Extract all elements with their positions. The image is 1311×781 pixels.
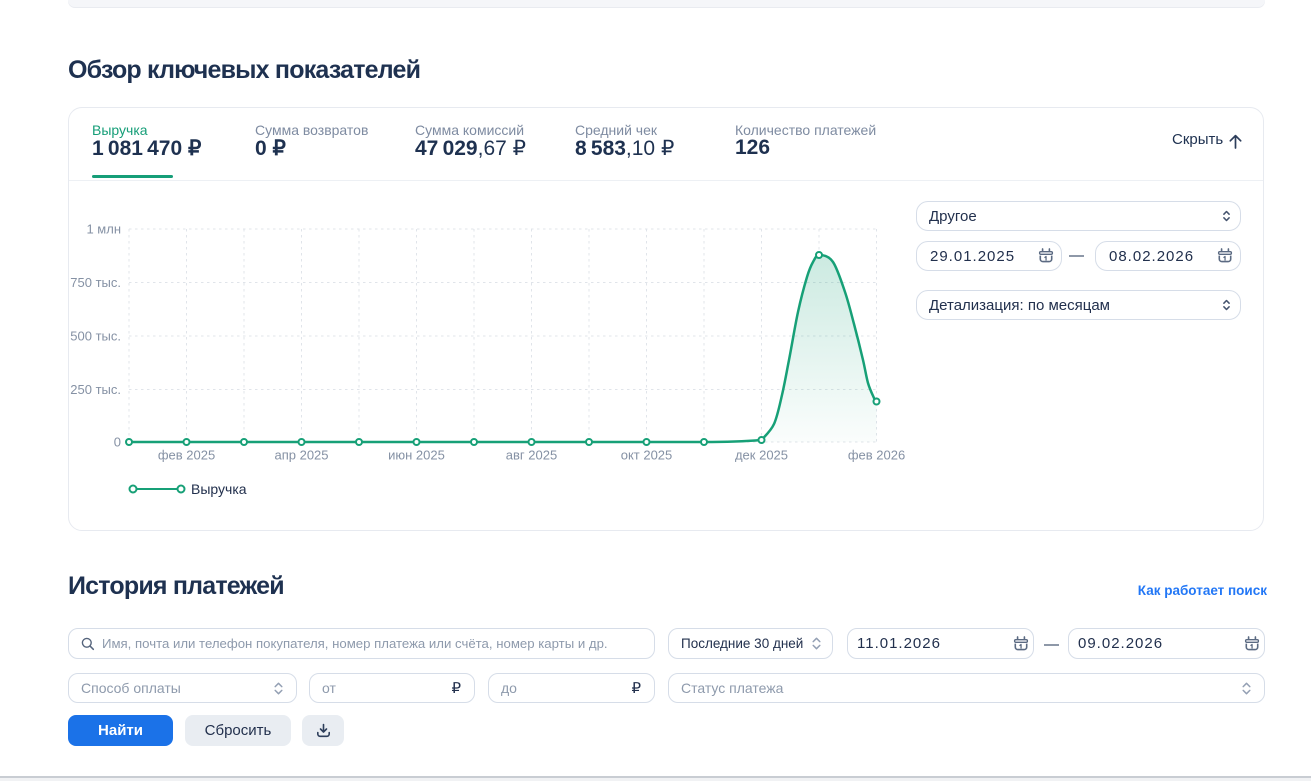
svg-text:250 тыс.: 250 тыс. bbox=[70, 382, 121, 397]
svg-text:1 млн: 1 млн bbox=[86, 222, 121, 237]
svg-text:0: 0 bbox=[114, 435, 121, 450]
svg-text:июн 2025: июн 2025 bbox=[388, 448, 445, 463]
svg-text:авг 2025: авг 2025 bbox=[506, 448, 557, 463]
svg-text:Выручка: Выручка bbox=[191, 481, 247, 497]
svg-text:фев 2025: фев 2025 bbox=[158, 448, 215, 463]
svg-text:апр 2025: апр 2025 bbox=[274, 448, 328, 463]
svg-text:дек 2025: дек 2025 bbox=[735, 448, 788, 463]
svg-text:500 тыс.: 500 тыс. bbox=[70, 329, 121, 344]
svg-text:750 тыс.: 750 тыс. bbox=[70, 275, 121, 290]
svg-text:окт 2025: окт 2025 bbox=[621, 448, 673, 463]
svg-text:фев 2026: фев 2026 bbox=[848, 448, 905, 463]
